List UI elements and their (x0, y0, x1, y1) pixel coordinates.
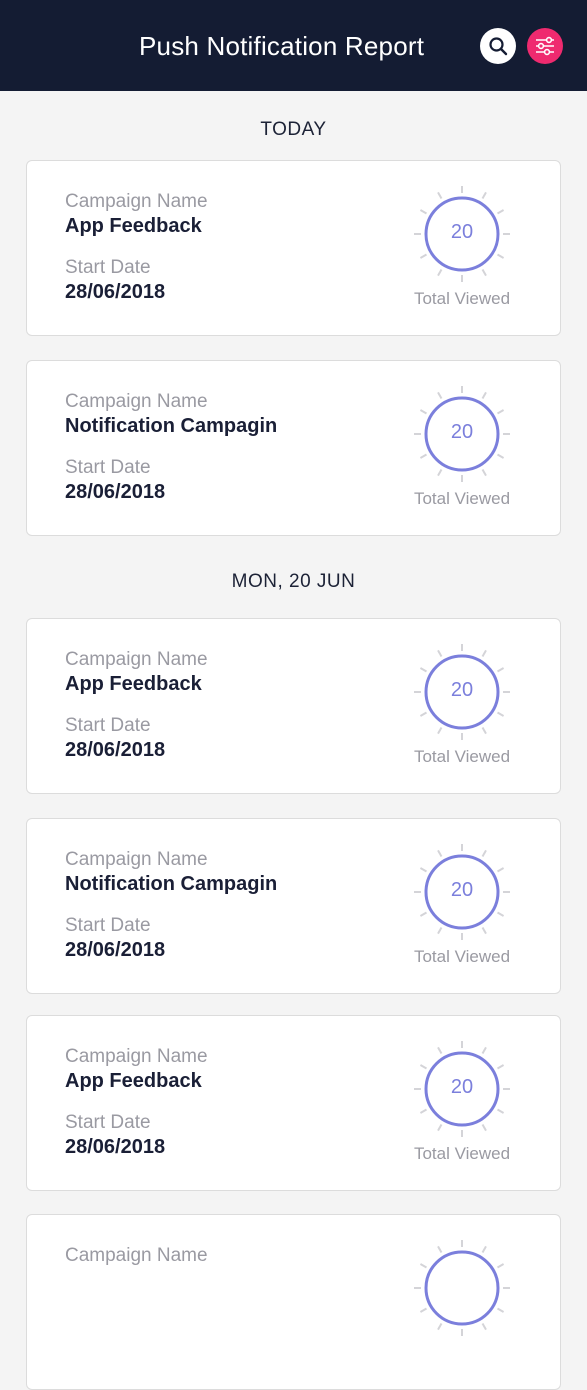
campaign-name-value: Notification Campagin (65, 415, 278, 437)
gauge-tick (497, 1263, 505, 1269)
campaign-name-label: Campaign Name (65, 391, 208, 412)
gauge-tick (419, 911, 427, 917)
start-date-value: 28/06/2018 (65, 939, 166, 961)
start-date-label: Start Date (65, 257, 151, 278)
gauge-tick (481, 927, 487, 935)
campaign-name-value: Notification Campagin (65, 873, 278, 895)
start-date-value: 28/06/2018 (65, 281, 166, 303)
gauge-tick (437, 191, 443, 199)
viewed-gauge-icon (414, 1240, 510, 1336)
gauge-tick (437, 1124, 443, 1132)
total-viewed-count: 20 (450, 1076, 474, 1098)
start-date-label: Start Date (65, 715, 151, 736)
campaign-name-value: App Feedback (65, 673, 202, 695)
campaign-name-label: Campaign Name (65, 1245, 208, 1266)
gauge-tick (419, 867, 427, 873)
gauge-tick (419, 209, 427, 215)
filter-button[interactable] (527, 28, 563, 64)
search-icon (489, 37, 508, 56)
page-title: Push Notification Report (139, 31, 425, 61)
gauge-tick (497, 409, 505, 415)
gauge-tick (437, 1323, 443, 1331)
gauge-tick (481, 1245, 487, 1253)
total-viewed-label: Total Viewed (413, 289, 511, 308)
campaign-card[interactable]: Campaign Name Notification Campagin Star… (26, 360, 561, 536)
gauge-tick (419, 1064, 427, 1070)
gauge-tick (497, 867, 505, 873)
section-header-date: MON, 20 JUN (231, 571, 356, 592)
gauge-tick (437, 1046, 443, 1054)
gauge-tick (437, 927, 443, 935)
gauge-tick (481, 391, 487, 399)
gauge-tick (497, 209, 505, 215)
campaign-name-label: Campaign Name (65, 849, 208, 870)
gauge-tick (437, 391, 443, 399)
gauge-tick (497, 1064, 505, 1070)
filter-icon (536, 36, 554, 56)
campaign-card[interactable]: Campaign Name (26, 1214, 561, 1390)
total-viewed-label: Total Viewed (413, 489, 511, 508)
start-date-label: Start Date (65, 915, 151, 936)
campaign-card[interactable]: Campaign Name App Feedback Start Date 28… (26, 618, 561, 794)
gauge-tick (481, 727, 487, 735)
gauge-tick (437, 727, 443, 735)
start-date-label: Start Date (65, 1112, 151, 1133)
section-header-today: TODAY (260, 119, 327, 140)
total-viewed-label: Total Viewed (413, 947, 511, 966)
campaign-card[interactable]: Campaign Name App Feedback Start Date 28… (26, 160, 561, 336)
campaign-name-label: Campaign Name (65, 191, 208, 212)
gauge-tick (497, 1108, 505, 1114)
gauge-tick (481, 1124, 487, 1132)
gauge-tick (419, 667, 427, 673)
gauge-tick (437, 269, 443, 277)
campaign-name-label: Campaign Name (65, 649, 208, 670)
gauge-tick (497, 1307, 505, 1313)
gauge-tick (497, 667, 505, 673)
start-date-value: 28/06/2018 (65, 739, 166, 761)
gauge-tick (497, 253, 505, 259)
gauge-tick (419, 711, 427, 717)
gauge-tick (481, 269, 487, 277)
start-date-value: 28/06/2018 (65, 1136, 166, 1158)
gauge-tick (437, 469, 443, 477)
gauge-tick (497, 711, 505, 717)
total-viewed-count: 20 (450, 879, 474, 901)
gauge-tick (497, 911, 505, 917)
total-viewed-label: Total Viewed (413, 1144, 511, 1163)
gauge-tick (419, 1307, 427, 1313)
gauge-tick (481, 191, 487, 199)
gauge-tick (437, 1245, 443, 1253)
gauge-tick (419, 253, 427, 259)
gauge-tick (419, 1263, 427, 1269)
gauge-tick (437, 849, 443, 857)
campaign-card[interactable]: Campaign Name App Feedback Start Date 28… (26, 1015, 561, 1191)
gauge-ring (424, 1250, 500, 1326)
gauge-tick (419, 409, 427, 415)
gauge-tick (481, 469, 487, 477)
total-viewed-count: 20 (450, 421, 474, 443)
gauge-tick (497, 453, 505, 459)
campaign-card[interactable]: Campaign Name Notification Campagin Star… (26, 818, 561, 994)
gauge-tick (481, 649, 487, 657)
app-header: Push Notification Report (0, 0, 587, 91)
gauge-tick (419, 453, 427, 459)
total-viewed-label: Total Viewed (413, 747, 511, 766)
campaign-name-label: Campaign Name (65, 1046, 208, 1067)
start-date-label: Start Date (65, 457, 151, 478)
gauge-tick (481, 849, 487, 857)
gauge-tick (437, 649, 443, 657)
search-button[interactable] (480, 28, 516, 64)
campaign-name-value: App Feedback (65, 215, 202, 237)
campaign-name-value: App Feedback (65, 1070, 202, 1092)
start-date-value: 28/06/2018 (65, 481, 166, 503)
total-viewed-count: 20 (450, 679, 474, 701)
total-viewed-count: 20 (450, 221, 474, 243)
gauge-tick (419, 1108, 427, 1114)
gauge-tick (481, 1046, 487, 1054)
gauge-tick (481, 1323, 487, 1331)
